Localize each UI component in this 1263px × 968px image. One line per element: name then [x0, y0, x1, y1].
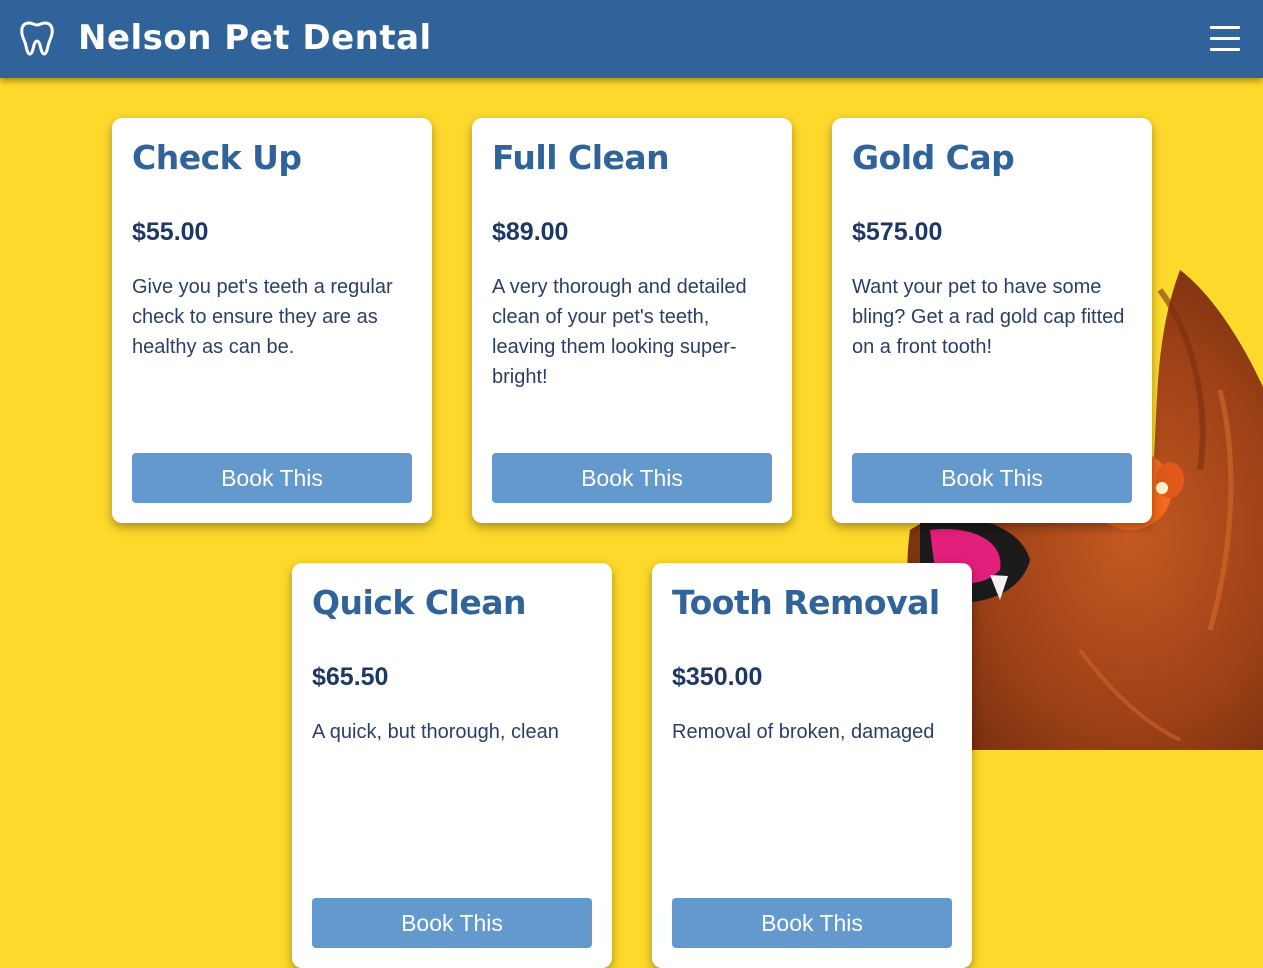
service-price: $575.00	[852, 218, 943, 246]
service-price: $350.00	[672, 663, 763, 691]
tooth-icon[interactable]	[19, 20, 55, 56]
service-title: Quick Clean	[312, 583, 527, 622]
service-card-check-up: Check Up $55.00 Give you pet's teeth a r…	[112, 118, 432, 523]
book-check-up-button[interactable]: Book This	[132, 453, 412, 503]
service-description: Removal of broken, damaged	[672, 721, 935, 743]
service-title: Gold Cap	[852, 138, 1015, 177]
service-description: Want your pet to have some bling? Get a …	[852, 276, 1125, 358]
service-price: $65.50	[312, 663, 389, 691]
brand-name[interactable]: Nelson Pet Dental	[78, 18, 432, 58]
book-quick-clean-button[interactable]: Book This	[312, 898, 592, 948]
service-description: Give you pet's teeth a regular check to …	[132, 276, 393, 358]
navbar: Nelson Pet Dental	[0, 0, 1263, 78]
service-card-gold-cap: Gold Cap $575.00 Want your pet to have s…	[832, 118, 1152, 523]
hamburger-menu-icon[interactable]	[1206, 22, 1242, 56]
service-title: Check Up	[132, 138, 302, 177]
service-title: Tooth Removal	[672, 583, 940, 622]
service-description: A quick, but thorough, clean	[312, 721, 559, 743]
book-tooth-removal-button[interactable]: Book This	[672, 898, 952, 948]
service-title: Full Clean	[492, 138, 670, 177]
service-card-full-clean: Full Clean $89.00 A very thorough and de…	[472, 118, 792, 523]
service-card-quick-clean: Quick Clean $65.50 A quick, but thorough…	[292, 563, 612, 968]
service-price: $55.00	[132, 218, 209, 246]
book-gold-cap-button[interactable]: Book This	[852, 453, 1132, 503]
service-description: A very thorough and detailed clean of yo…	[492, 276, 747, 388]
service-card-tooth-removal: Tooth Removal $350.00 Removal of broken,…	[652, 563, 972, 968]
service-price: $89.00	[492, 218, 569, 246]
book-full-clean-button[interactable]: Book This	[492, 453, 772, 503]
